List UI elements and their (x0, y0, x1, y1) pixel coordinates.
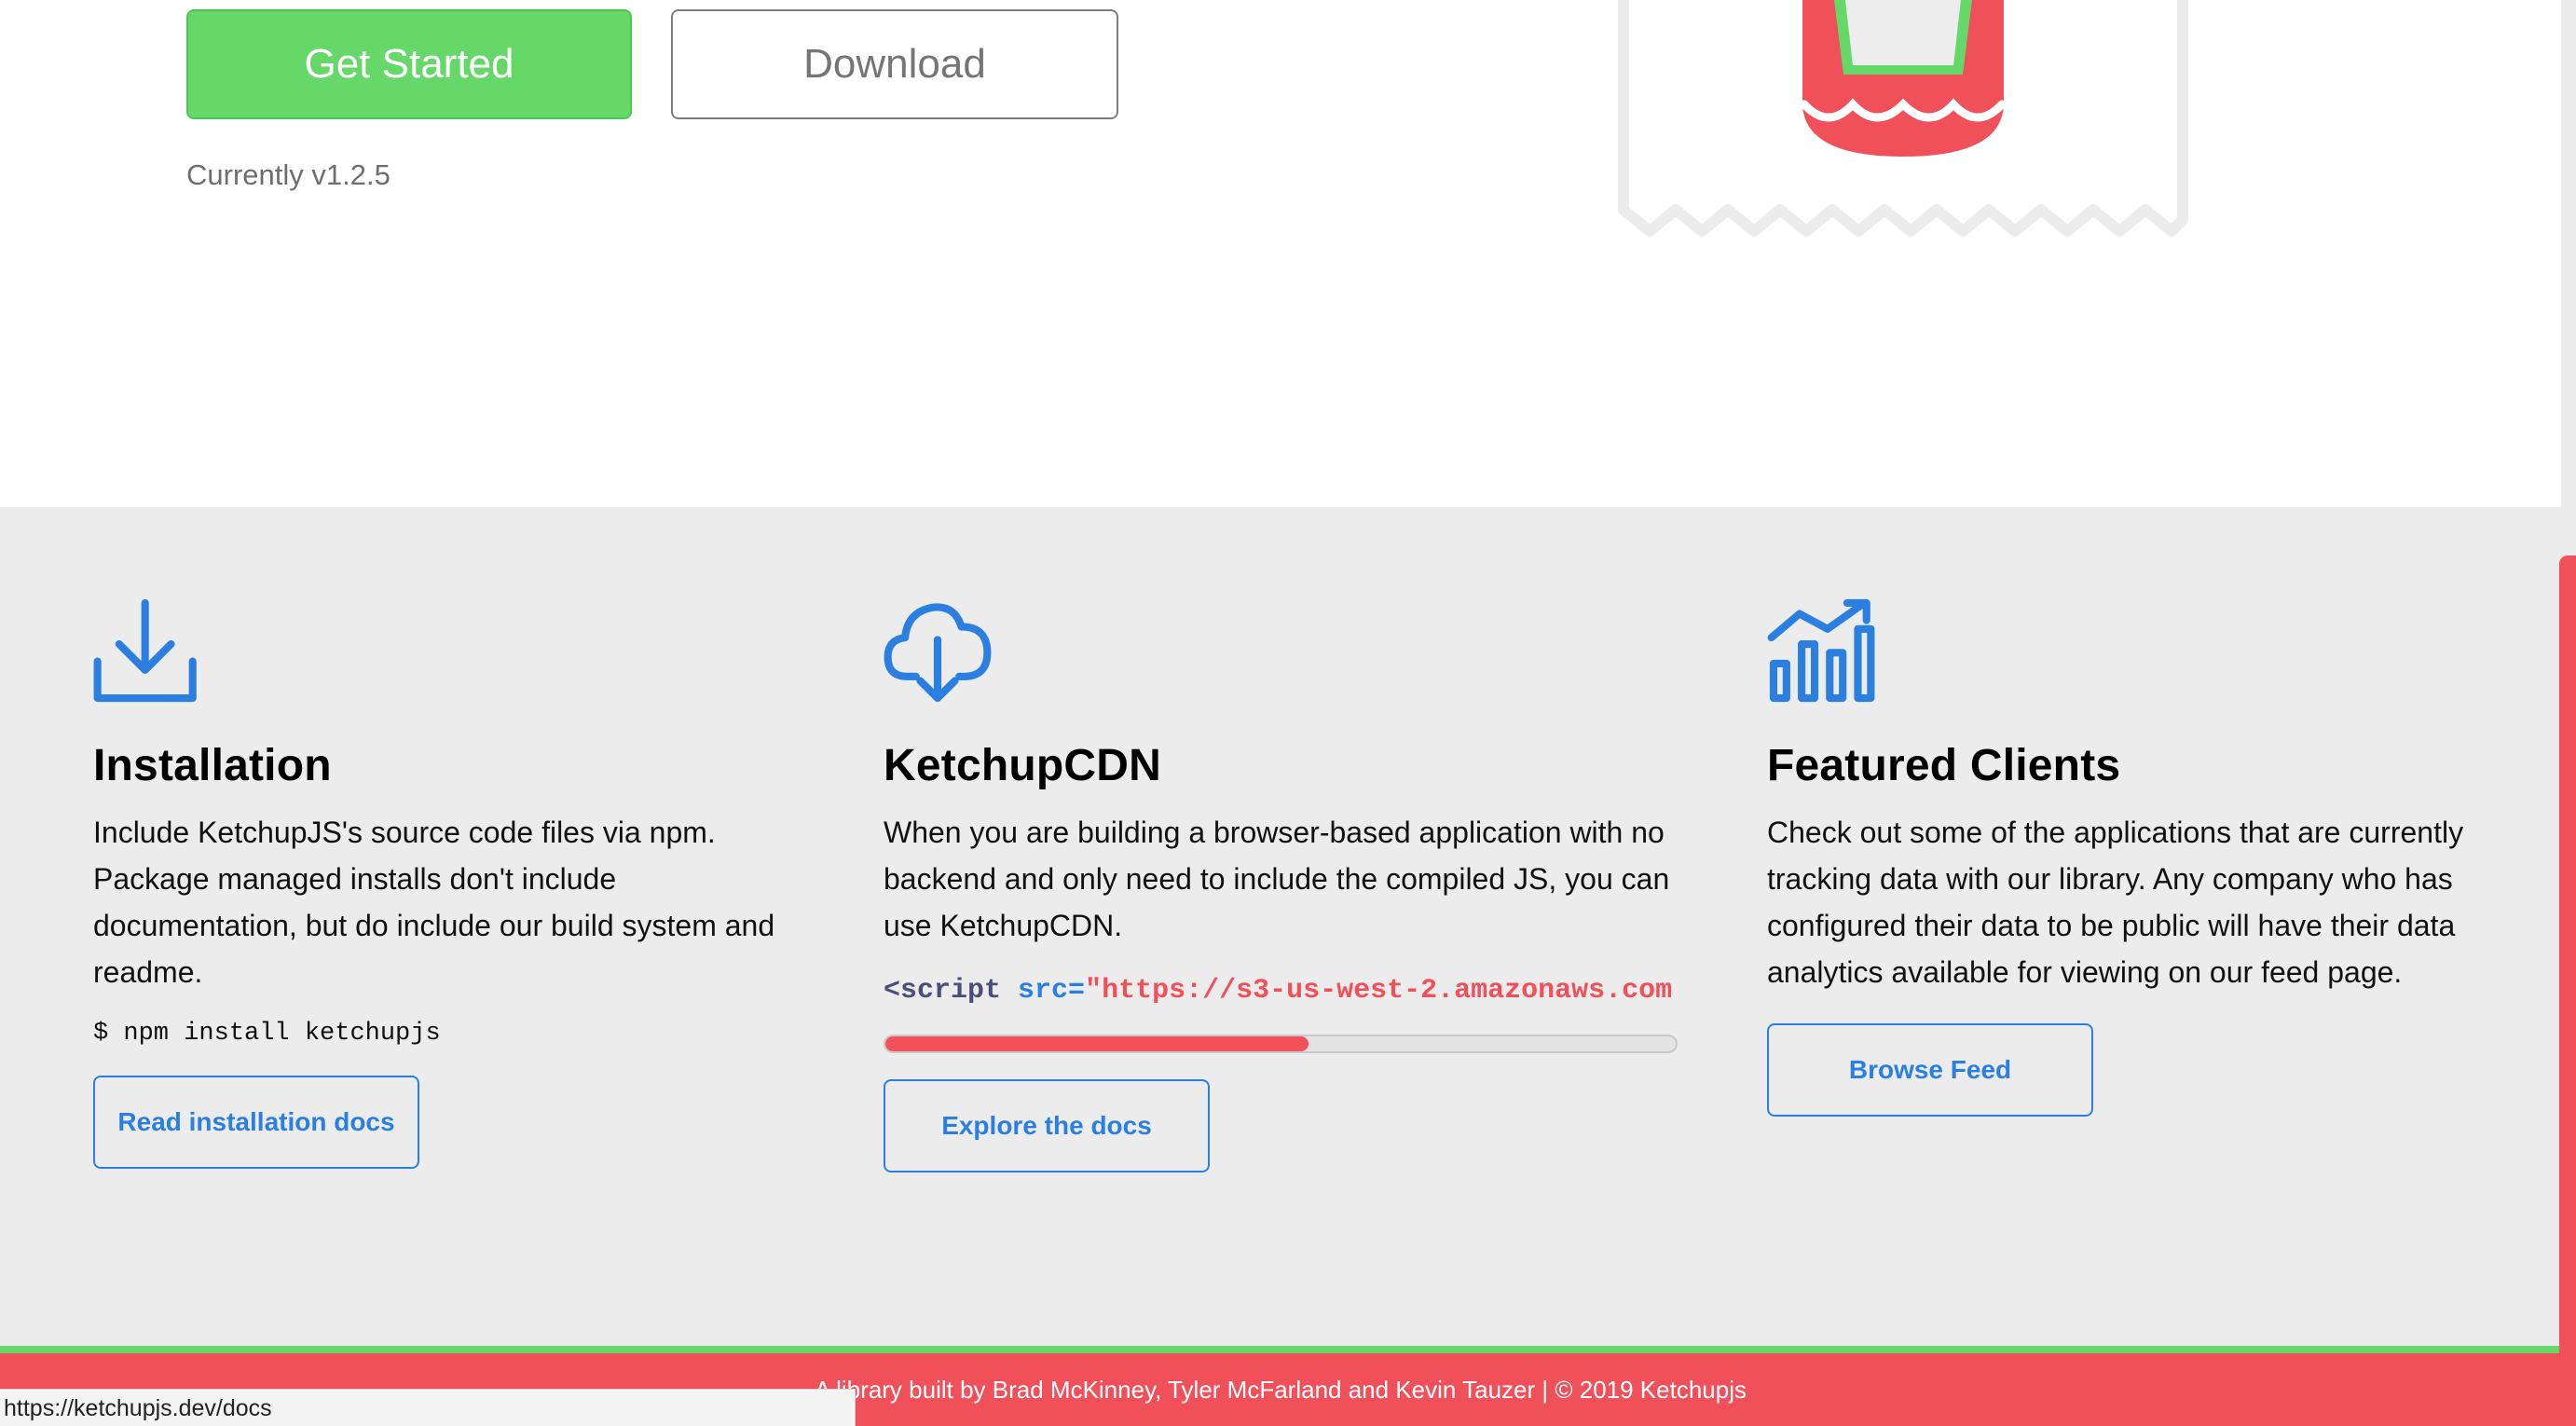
version-label: Currently v1.2.5 (186, 158, 391, 191)
hero-section: Get Started Download Currently v1.2.5 (0, 0, 2561, 507)
get-started-button[interactable]: Get Started (186, 9, 632, 119)
chart-growth-icon (1767, 598, 1875, 703)
feature-description: Check out some of the applications that … (1767, 816, 2464, 989)
cloud-download-icon (884, 603, 992, 703)
download-icon (93, 598, 197, 703)
page-scrollbar-thumb[interactable] (2559, 555, 2576, 1426)
feature-description: Include KetchupJS's source code files vi… (93, 816, 775, 989)
ketchup-receipt-logo (1618, 0, 2188, 237)
footer-accent-stripe (0, 1346, 2561, 1353)
code-attr-token: src= (1018, 975, 1086, 1007)
status-bar-url: https://ketchupjs.dev/docs (0, 1389, 856, 1426)
code-string-token: "https://s3-us-west-2.amazonaws.com (1085, 975, 1673, 1007)
feature-installation: Installation Include KetchupJS's source … (93, 596, 802, 1169)
feature-title: Featured Clients (1767, 741, 2121, 790)
code-scrollbar-thumb[interactable] (885, 1036, 1309, 1051)
features-section: Installation Include KetchupJS's source … (0, 507, 2561, 1346)
explore-the-docs-button[interactable]: Explore the docs (884, 1079, 1210, 1172)
cdn-script-snippet[interactable]: <script src="https://s3-us-west-2.amazon… (884, 975, 1676, 1007)
npm-install-command: $ npm install ketchupjs (93, 1020, 441, 1048)
download-button[interactable]: Download (671, 9, 1118, 119)
feature-featured-clients: Featured Clients Check out some of the a… (1767, 596, 2475, 1117)
feature-title: Installation (93, 741, 332, 790)
feature-description: When you are building a browser-based ap… (884, 816, 1670, 942)
code-tag-token: <script (884, 975, 1002, 1007)
feature-title: KetchupCDN (884, 741, 1161, 790)
code-horizontal-scrollbar[interactable] (884, 1035, 1678, 1053)
read-installation-docs-button[interactable]: Read installation docs (93, 1076, 419, 1169)
browse-feed-button[interactable]: Browse Feed (1767, 1023, 2093, 1117)
feature-ketchupcdn: KetchupCDN When you are building a brows… (884, 596, 1678, 1172)
